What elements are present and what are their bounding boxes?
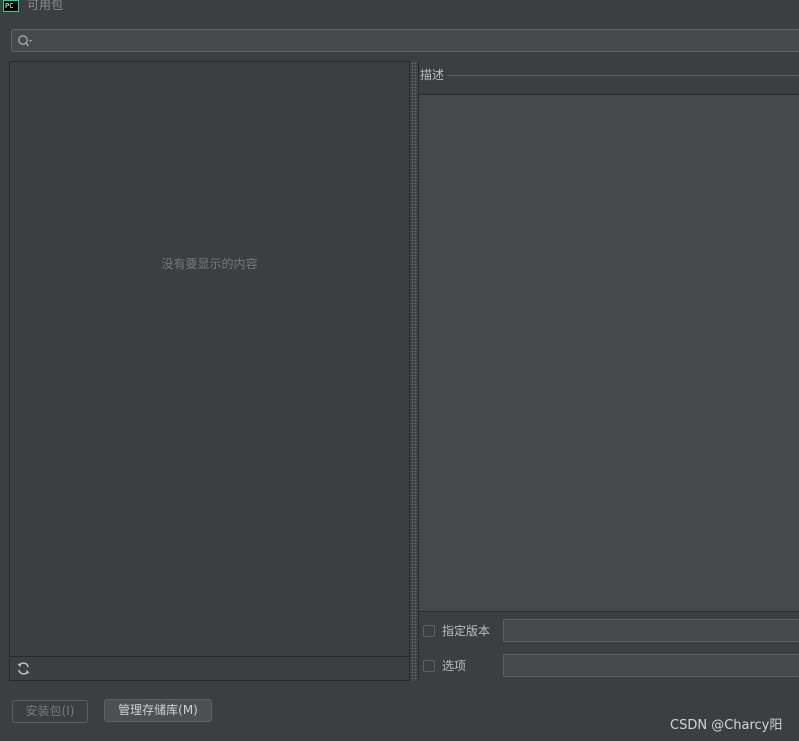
specify-version-field[interactable] bbox=[503, 619, 799, 642]
description-label: 描述 bbox=[420, 68, 445, 82]
search-input[interactable] bbox=[11, 29, 799, 52]
specify-version-label[interactable]: 指定版本 bbox=[442, 624, 490, 638]
title-bar: PC 可用包 bbox=[0, 0, 799, 14]
empty-list-message: 没有要显示的内容 bbox=[161, 257, 258, 271]
refresh-icon[interactable] bbox=[16, 661, 31, 676]
search-icon[interactable] bbox=[17, 34, 33, 48]
specify-version-checkbox[interactable] bbox=[423, 625, 435, 637]
package-list-toolbar bbox=[10, 656, 409, 680]
package-list-panel[interactable]: 没有要显示的内容 bbox=[9, 61, 410, 681]
install-package-button[interactable]: 安装包(I) bbox=[12, 700, 88, 723]
watermark-text: CSDN @Charcy阳 bbox=[670, 718, 783, 733]
pycharm-logo-icon: PC bbox=[3, 0, 19, 12]
window-title: 可用包 bbox=[27, 0, 64, 12]
options-field[interactable] bbox=[503, 654, 799, 677]
manage-repositories-button[interactable]: 管理存储库(M) bbox=[104, 699, 212, 722]
description-separator bbox=[447, 75, 799, 76]
options-checkbox[interactable] bbox=[423, 660, 435, 672]
description-area bbox=[419, 94, 799, 612]
options-label[interactable]: 选项 bbox=[442, 659, 466, 673]
panel-splitter[interactable] bbox=[410, 61, 418, 681]
package-details-panel: 描述 指定版本 选项 bbox=[418, 61, 799, 681]
